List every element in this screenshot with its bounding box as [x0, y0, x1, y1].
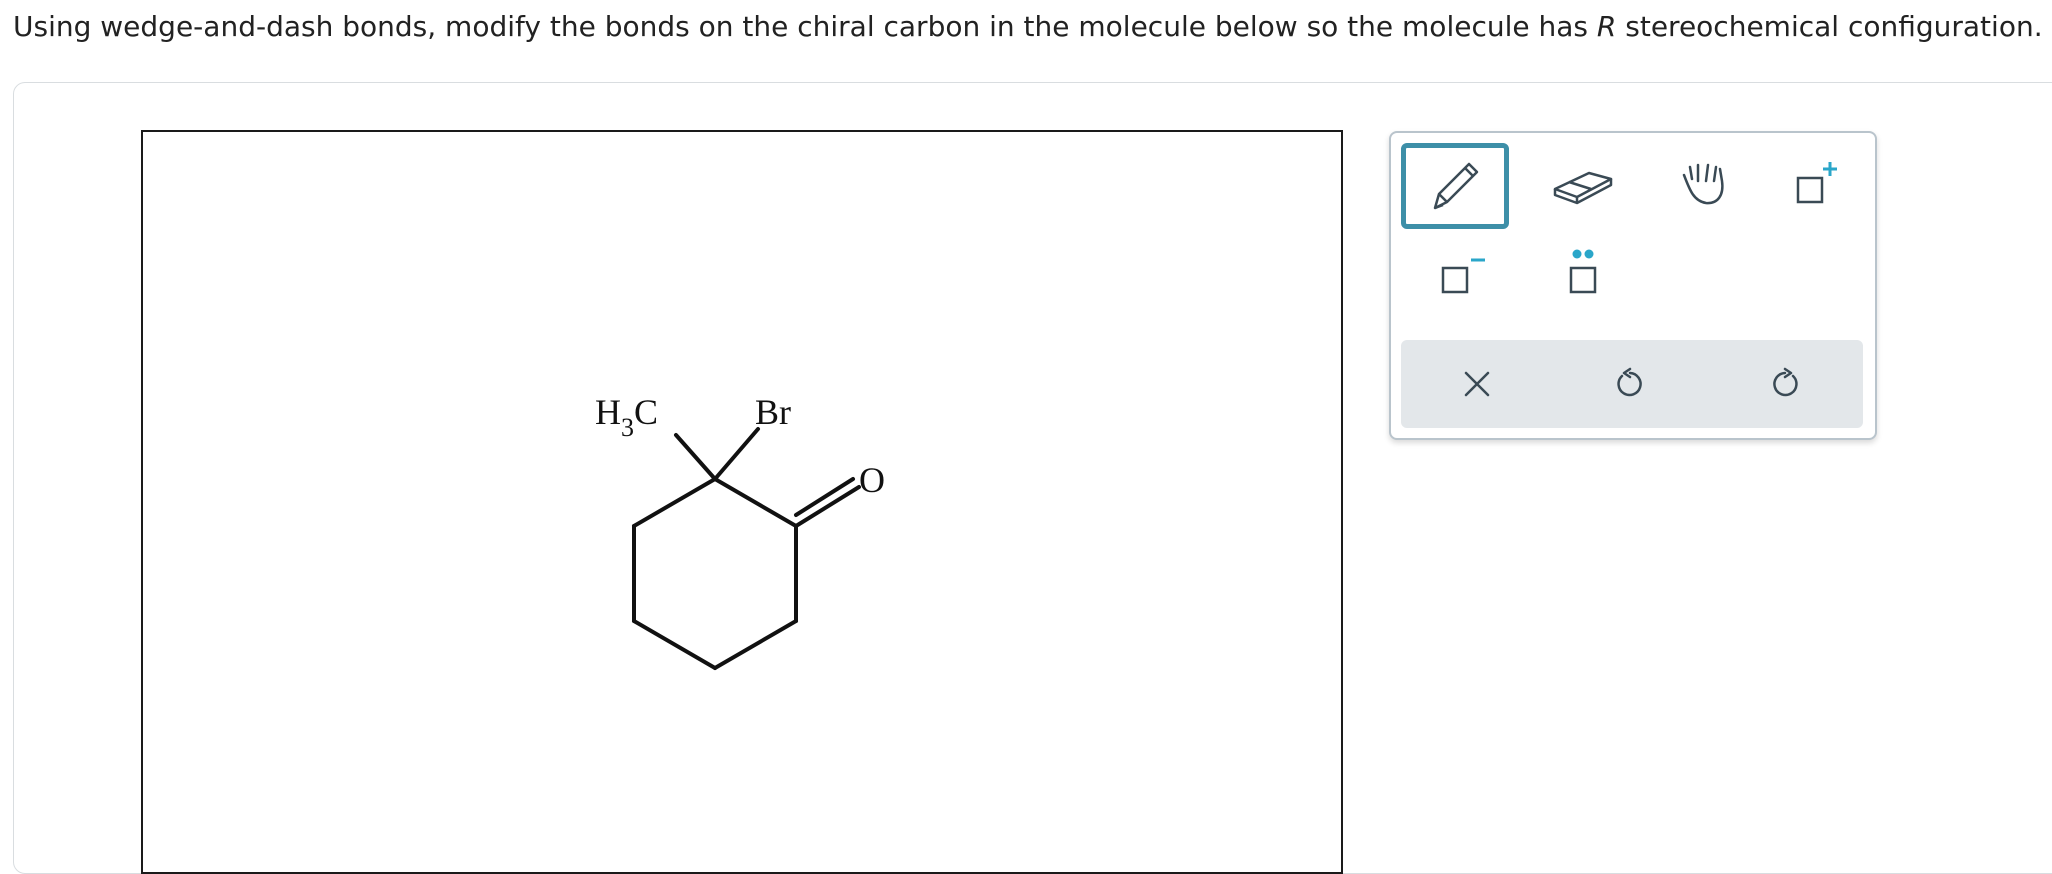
- ring-bond[interactable]: [713, 619, 798, 670]
- pencil-icon: [1433, 162, 1479, 210]
- question-text-end: stereochemical configuration.: [1616, 10, 2043, 43]
- methyl-bond[interactable]: [674, 433, 717, 481]
- action-bar: [1401, 340, 1863, 428]
- pencil-tool[interactable]: [1401, 143, 1509, 229]
- clear-button[interactable]: [1427, 340, 1527, 428]
- bromine-label: Br: [755, 392, 791, 432]
- drawing-toolbar: [1389, 131, 1877, 440]
- ring-bond[interactable]: [713, 477, 798, 528]
- oxygen-label: O: [859, 460, 885, 500]
- question-text-start: Using wedge-and-dash bonds, modify the b…: [13, 10, 1597, 43]
- drawing-canvas[interactable]: H3C Br O: [141, 130, 1343, 874]
- hand-tool[interactable]: [1653, 143, 1753, 225]
- undo-button[interactable]: [1580, 340, 1680, 428]
- redo-icon: [1773, 367, 1798, 397]
- close-icon: [1464, 371, 1490, 397]
- undo-icon: [1617, 367, 1642, 397]
- question-prompt: Using wedge-and-dash bonds, modify the b…: [13, 10, 2048, 44]
- molecule-drawing: H3C Br O: [595, 392, 885, 670]
- eraser-tool[interactable]: [1533, 143, 1633, 225]
- r-configuration-label: R: [1596, 10, 1617, 43]
- lone-pair-icon: [1569, 249, 1597, 294]
- negative-charge-tool[interactable]: [1413, 233, 1513, 315]
- methyl-label: H3C: [595, 392, 658, 442]
- positive-charge-tool[interactable]: [1766, 143, 1866, 225]
- redo-button[interactable]: [1735, 340, 1835, 428]
- lone-pair-tool[interactable]: [1533, 233, 1633, 315]
- bromine-bond[interactable]: [713, 427, 760, 481]
- eraser-icon: [1553, 171, 1613, 205]
- ring-bond[interactable]: [632, 619, 717, 670]
- positive-charge-icon: [1796, 162, 1837, 204]
- negative-charge-icon: [1441, 258, 1485, 294]
- hand-icon: [1682, 163, 1724, 205]
- ring-bond[interactable]: [632, 477, 717, 528]
